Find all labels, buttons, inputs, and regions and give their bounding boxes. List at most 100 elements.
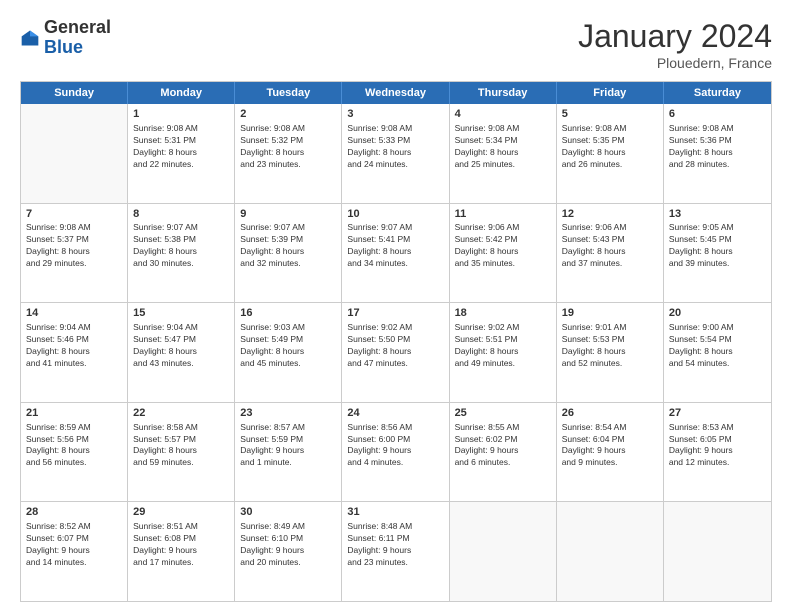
calendar-cell: 17Sunrise: 9:02 AMSunset: 5:50 PMDayligh… xyxy=(342,303,449,402)
cell-text: Sunrise: 8:58 AMSunset: 5:57 PMDaylight:… xyxy=(133,422,229,470)
cell-text: Sunrise: 9:04 AMSunset: 5:47 PMDaylight:… xyxy=(133,322,229,370)
cell-text: Sunrise: 9:08 AMSunset: 5:34 PMDaylight:… xyxy=(455,123,551,171)
calendar-row: 21Sunrise: 8:59 AMSunset: 5:56 PMDayligh… xyxy=(21,403,771,503)
calendar-cell: 27Sunrise: 8:53 AMSunset: 6:05 PMDayligh… xyxy=(664,403,771,502)
weekday-header: Wednesday xyxy=(342,82,449,104)
cell-text: Sunrise: 9:00 AMSunset: 5:54 PMDaylight:… xyxy=(669,322,766,370)
calendar-row: 28Sunrise: 8:52 AMSunset: 6:07 PMDayligh… xyxy=(21,502,771,601)
calendar-cell: 6Sunrise: 9:08 AMSunset: 5:36 PMDaylight… xyxy=(664,104,771,203)
cell-text: Sunrise: 8:57 AMSunset: 5:59 PMDaylight:… xyxy=(240,422,336,470)
day-number: 9 xyxy=(240,207,336,222)
calendar-cell: 26Sunrise: 8:54 AMSunset: 6:04 PMDayligh… xyxy=(557,403,664,502)
calendar-cell: 16Sunrise: 9:03 AMSunset: 5:49 PMDayligh… xyxy=(235,303,342,402)
weekday-header: Sunday xyxy=(21,82,128,104)
cell-text: Sunrise: 9:07 AMSunset: 5:39 PMDaylight:… xyxy=(240,222,336,270)
day-number: 24 xyxy=(347,406,443,421)
calendar-cell: 2Sunrise: 9:08 AMSunset: 5:32 PMDaylight… xyxy=(235,104,342,203)
day-number: 21 xyxy=(26,406,122,421)
calendar-row: 7Sunrise: 9:08 AMSunset: 5:37 PMDaylight… xyxy=(21,204,771,304)
day-number: 11 xyxy=(455,207,551,222)
day-number: 17 xyxy=(347,306,443,321)
cell-text: Sunrise: 9:03 AMSunset: 5:49 PMDaylight:… xyxy=(240,322,336,370)
cell-text: Sunrise: 8:59 AMSunset: 5:56 PMDaylight:… xyxy=(26,422,122,470)
calendar-cell: 11Sunrise: 9:06 AMSunset: 5:42 PMDayligh… xyxy=(450,204,557,303)
location: Plouedern, France xyxy=(578,55,772,71)
calendar-row: 1Sunrise: 9:08 AMSunset: 5:31 PMDaylight… xyxy=(21,104,771,204)
day-number: 7 xyxy=(26,207,122,222)
cell-text: Sunrise: 9:06 AMSunset: 5:43 PMDaylight:… xyxy=(562,222,658,270)
title-block: January 2024 Plouedern, France xyxy=(578,18,772,71)
calendar-cell: 23Sunrise: 8:57 AMSunset: 5:59 PMDayligh… xyxy=(235,403,342,502)
day-number: 20 xyxy=(669,306,766,321)
logo: General Blue xyxy=(20,18,111,58)
calendar-cell: 29Sunrise: 8:51 AMSunset: 6:08 PMDayligh… xyxy=(128,502,235,601)
cell-text: Sunrise: 8:56 AMSunset: 6:00 PMDaylight:… xyxy=(347,422,443,470)
calendar-cell: 18Sunrise: 9:02 AMSunset: 5:51 PMDayligh… xyxy=(450,303,557,402)
weekday-header: Friday xyxy=(557,82,664,104)
calendar-cell: 7Sunrise: 9:08 AMSunset: 5:37 PMDaylight… xyxy=(21,204,128,303)
weekday-header: Monday xyxy=(128,82,235,104)
day-number: 5 xyxy=(562,107,658,122)
cell-text: Sunrise: 9:08 AMSunset: 5:31 PMDaylight:… xyxy=(133,123,229,171)
calendar-cell xyxy=(557,502,664,601)
cell-text: Sunrise: 9:01 AMSunset: 5:53 PMDaylight:… xyxy=(562,322,658,370)
calendar-cell xyxy=(664,502,771,601)
day-number: 31 xyxy=(347,505,443,520)
calendar-cell: 19Sunrise: 9:01 AMSunset: 5:53 PMDayligh… xyxy=(557,303,664,402)
calendar-cell xyxy=(450,502,557,601)
calendar-cell: 28Sunrise: 8:52 AMSunset: 6:07 PMDayligh… xyxy=(21,502,128,601)
cell-text: Sunrise: 8:53 AMSunset: 6:05 PMDaylight:… xyxy=(669,422,766,470)
cell-text: Sunrise: 9:08 AMSunset: 5:32 PMDaylight:… xyxy=(240,123,336,171)
cell-text: Sunrise: 9:08 AMSunset: 5:37 PMDaylight:… xyxy=(26,222,122,270)
day-number: 4 xyxy=(455,107,551,122)
calendar-cell: 3Sunrise: 9:08 AMSunset: 5:33 PMDaylight… xyxy=(342,104,449,203)
calendar-cell: 13Sunrise: 9:05 AMSunset: 5:45 PMDayligh… xyxy=(664,204,771,303)
day-number: 26 xyxy=(562,406,658,421)
day-number: 8 xyxy=(133,207,229,222)
calendar-cell: 8Sunrise: 9:07 AMSunset: 5:38 PMDaylight… xyxy=(128,204,235,303)
cell-text: Sunrise: 8:54 AMSunset: 6:04 PMDaylight:… xyxy=(562,422,658,470)
calendar-cell: 15Sunrise: 9:04 AMSunset: 5:47 PMDayligh… xyxy=(128,303,235,402)
day-number: 19 xyxy=(562,306,658,321)
calendar-cell: 5Sunrise: 9:08 AMSunset: 5:35 PMDaylight… xyxy=(557,104,664,203)
day-number: 28 xyxy=(26,505,122,520)
cell-text: Sunrise: 8:51 AMSunset: 6:08 PMDaylight:… xyxy=(133,521,229,569)
cell-text: Sunrise: 9:02 AMSunset: 5:50 PMDaylight:… xyxy=(347,322,443,370)
day-number: 15 xyxy=(133,306,229,321)
day-number: 25 xyxy=(455,406,551,421)
weekday-header: Thursday xyxy=(450,82,557,104)
cell-text: Sunrise: 9:08 AMSunset: 5:35 PMDaylight:… xyxy=(562,123,658,171)
calendar-cell: 25Sunrise: 8:55 AMSunset: 6:02 PMDayligh… xyxy=(450,403,557,502)
weekday-header: Saturday xyxy=(664,82,771,104)
month-title: January 2024 xyxy=(578,18,772,55)
day-number: 3 xyxy=(347,107,443,122)
calendar-cell: 4Sunrise: 9:08 AMSunset: 5:34 PMDaylight… xyxy=(450,104,557,203)
day-number: 27 xyxy=(669,406,766,421)
cell-text: Sunrise: 8:48 AMSunset: 6:11 PMDaylight:… xyxy=(347,521,443,569)
day-number: 16 xyxy=(240,306,336,321)
calendar-cell: 31Sunrise: 8:48 AMSunset: 6:11 PMDayligh… xyxy=(342,502,449,601)
logo-blue-text: Blue xyxy=(44,37,83,57)
cell-text: Sunrise: 9:07 AMSunset: 5:38 PMDaylight:… xyxy=(133,222,229,270)
logo-general-text: General xyxy=(44,17,111,37)
calendar-header: SundayMondayTuesdayWednesdayThursdayFrid… xyxy=(21,82,771,104)
cell-text: Sunrise: 9:08 AMSunset: 5:33 PMDaylight:… xyxy=(347,123,443,171)
calendar-cell: 21Sunrise: 8:59 AMSunset: 5:56 PMDayligh… xyxy=(21,403,128,502)
day-number: 18 xyxy=(455,306,551,321)
calendar-cell: 10Sunrise: 9:07 AMSunset: 5:41 PMDayligh… xyxy=(342,204,449,303)
day-number: 2 xyxy=(240,107,336,122)
day-number: 13 xyxy=(669,207,766,222)
day-number: 1 xyxy=(133,107,229,122)
day-number: 29 xyxy=(133,505,229,520)
page: General Blue January 2024 Plouedern, Fra… xyxy=(0,0,792,612)
calendar-cell: 30Sunrise: 8:49 AMSunset: 6:10 PMDayligh… xyxy=(235,502,342,601)
day-number: 22 xyxy=(133,406,229,421)
cell-text: Sunrise: 8:55 AMSunset: 6:02 PMDaylight:… xyxy=(455,422,551,470)
cell-text: Sunrise: 9:02 AMSunset: 5:51 PMDaylight:… xyxy=(455,322,551,370)
calendar-cell: 22Sunrise: 8:58 AMSunset: 5:57 PMDayligh… xyxy=(128,403,235,502)
day-number: 30 xyxy=(240,505,336,520)
cell-text: Sunrise: 9:08 AMSunset: 5:36 PMDaylight:… xyxy=(669,123,766,171)
cell-text: Sunrise: 9:07 AMSunset: 5:41 PMDaylight:… xyxy=(347,222,443,270)
cell-text: Sunrise: 9:06 AMSunset: 5:42 PMDaylight:… xyxy=(455,222,551,270)
calendar-cell: 9Sunrise: 9:07 AMSunset: 5:39 PMDaylight… xyxy=(235,204,342,303)
